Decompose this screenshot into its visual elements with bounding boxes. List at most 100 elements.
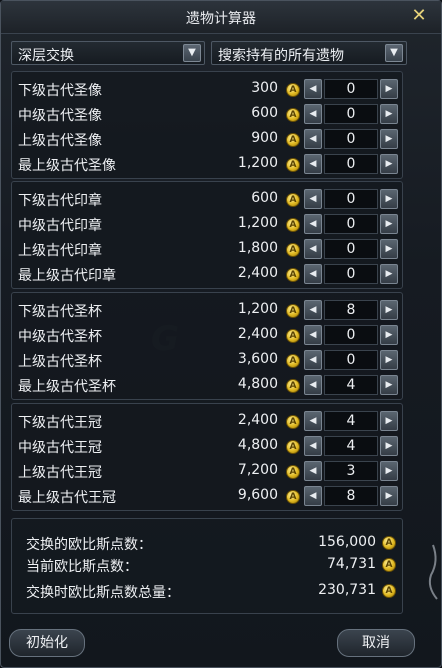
quantity-value[interactable]: 0 bbox=[324, 189, 378, 209]
decrement-arrow-icon[interactable]: ◀ bbox=[304, 104, 322, 124]
quantity-stepper[interactable]: ◀ 0 ▶ bbox=[304, 129, 398, 149]
quantity-stepper[interactable]: ◀ 3 ▶ bbox=[304, 461, 398, 481]
decrement-arrow-icon[interactable]: ◀ bbox=[304, 154, 322, 174]
relic-row: 上级古代印章 1,800 A ◀ 0 ▶ bbox=[12, 238, 404, 262]
exchange-type-dropdown[interactable]: 深层交换 ▼ bbox=[11, 41, 205, 65]
quantity-value[interactable]: 3 bbox=[324, 461, 378, 481]
chevron-down-icon[interactable]: ▼ bbox=[385, 44, 403, 62]
coin-icon: A bbox=[286, 218, 300, 232]
quantity-stepper[interactable]: ◀ 0 ▶ bbox=[304, 104, 398, 124]
increment-arrow-icon[interactable]: ▶ bbox=[380, 79, 398, 99]
exchange-points-label: 交换的欧比斯点数： bbox=[26, 537, 152, 553]
search-scope-value: 搜索持有的所有遗物 bbox=[218, 48, 344, 64]
increment-arrow-icon[interactable]: ▶ bbox=[380, 264, 398, 284]
chevron-down-icon[interactable]: ▼ bbox=[183, 44, 201, 62]
coin-icon: A bbox=[286, 83, 300, 97]
increment-arrow-icon[interactable]: ▶ bbox=[380, 300, 398, 320]
relic-name: 下级古代王冠 bbox=[18, 415, 102, 431]
increment-arrow-icon[interactable]: ▶ bbox=[380, 325, 398, 345]
increment-arrow-icon[interactable]: ▶ bbox=[380, 214, 398, 234]
relic-price: 7,200 bbox=[237, 462, 278, 478]
increment-arrow-icon[interactable]: ▶ bbox=[380, 350, 398, 370]
quantity-value[interactable]: 8 bbox=[324, 486, 378, 506]
decrement-arrow-icon[interactable]: ◀ bbox=[304, 239, 322, 259]
coin-icon: A bbox=[382, 536, 396, 550]
decrement-arrow-icon[interactable]: ◀ bbox=[304, 461, 322, 481]
increment-arrow-icon[interactable]: ▶ bbox=[380, 375, 398, 395]
relic-row: 最上级古代印章 2,400 A ◀ 0 ▶ bbox=[12, 263, 404, 287]
decrement-arrow-icon[interactable]: ◀ bbox=[304, 375, 322, 395]
increment-arrow-icon[interactable]: ▶ bbox=[380, 461, 398, 481]
reset-button[interactable]: 初始化 bbox=[9, 629, 85, 657]
window-title: 遗物计算器 bbox=[186, 11, 256, 27]
quantity-value[interactable]: 0 bbox=[324, 129, 378, 149]
search-scope-dropdown[interactable]: 搜索持有的所有遗物 ▼ bbox=[211, 41, 407, 65]
quantity-stepper[interactable]: ◀ 0 ▶ bbox=[304, 239, 398, 259]
increment-arrow-icon[interactable]: ▶ bbox=[380, 104, 398, 124]
current-points-value: 74,731 bbox=[327, 556, 376, 572]
relic-name: 上级古代印章 bbox=[18, 243, 102, 259]
relic-price: 2,400 bbox=[237, 412, 278, 428]
relic-row: 上级古代圣像 900 A ◀ 0 ▶ bbox=[12, 128, 404, 152]
decrement-arrow-icon[interactable]: ◀ bbox=[304, 436, 322, 456]
decrement-arrow-icon[interactable]: ◀ bbox=[304, 79, 322, 99]
cancel-button[interactable]: 取消 bbox=[337, 629, 415, 657]
increment-arrow-icon[interactable]: ▶ bbox=[380, 129, 398, 149]
close-icon[interactable]: ✕ bbox=[409, 6, 429, 26]
decrement-arrow-icon[interactable]: ◀ bbox=[304, 486, 322, 506]
quantity-value[interactable]: 4 bbox=[324, 436, 378, 456]
quantity-value[interactable]: 0 bbox=[324, 104, 378, 124]
coin-icon: A bbox=[286, 379, 300, 393]
relic-name: 中级古代王冠 bbox=[18, 440, 102, 456]
decrement-arrow-icon[interactable]: ◀ bbox=[304, 325, 322, 345]
relic-row: 下级古代圣像 300 A ◀ 0 ▶ bbox=[12, 78, 404, 102]
increment-arrow-icon[interactable]: ▶ bbox=[380, 239, 398, 259]
quantity-stepper[interactable]: ◀ 0 ▶ bbox=[304, 189, 398, 209]
quantity-value[interactable]: 4 bbox=[324, 375, 378, 395]
increment-arrow-icon[interactable]: ▶ bbox=[380, 436, 398, 456]
relic-group-2: 下级古代印章 600 A ◀ 0 ▶ 中级古代印章 1,200 A ◀ 0 ▶ 上级古代印章 1,800 A… bbox=[11, 181, 403, 289]
quantity-stepper[interactable]: ◀ 0 ▶ bbox=[304, 350, 398, 370]
increment-arrow-icon[interactable]: ▶ bbox=[380, 486, 398, 506]
relic-name: 中级古代印章 bbox=[18, 218, 102, 234]
decrement-arrow-icon[interactable]: ◀ bbox=[304, 129, 322, 149]
decrement-arrow-icon[interactable]: ◀ bbox=[304, 300, 322, 320]
quantity-stepper[interactable]: ◀ 0 ▶ bbox=[304, 154, 398, 174]
relic-name: 最上级古代王冠 bbox=[18, 490, 116, 506]
quantity-stepper[interactable]: ◀ 4 ▶ bbox=[304, 411, 398, 431]
relic-name: 最上级古代圣杯 bbox=[18, 379, 116, 395]
quantity-value[interactable]: 0 bbox=[324, 79, 378, 99]
relic-row: 最上级古代王冠 9,600 A ◀ 8 ▶ bbox=[12, 485, 404, 509]
quantity-value[interactable]: 0 bbox=[324, 350, 378, 370]
decrement-arrow-icon[interactable]: ◀ bbox=[304, 264, 322, 284]
quantity-value[interactable]: 0 bbox=[324, 239, 378, 259]
quantity-stepper[interactable]: ◀ 0 ▶ bbox=[304, 264, 398, 284]
quantity-stepper[interactable]: ◀ 4 ▶ bbox=[304, 436, 398, 456]
quantity-stepper[interactable]: ◀ 8 ▶ bbox=[304, 300, 398, 320]
quantity-stepper[interactable]: ◀ 0 ▶ bbox=[304, 214, 398, 234]
coin-icon: A bbox=[286, 415, 300, 429]
quantity-value[interactable]: 0 bbox=[324, 325, 378, 345]
quantity-stepper[interactable]: ◀ 0 ▶ bbox=[304, 79, 398, 99]
decrement-arrow-icon[interactable]: ◀ bbox=[304, 189, 322, 209]
quantity-value[interactable]: 0 bbox=[324, 264, 378, 284]
quantity-value[interactable]: 8 bbox=[324, 300, 378, 320]
total-points-line: 交换时欧比斯点数总量： 230,731 A bbox=[12, 581, 404, 601]
increment-arrow-icon[interactable]: ▶ bbox=[380, 154, 398, 174]
relic-row: 上级古代圣杯 3,600 A ◀ 0 ▶ bbox=[12, 349, 404, 373]
quantity-stepper[interactable]: ◀ 0 ▶ bbox=[304, 325, 398, 345]
title-bar[interactable]: 遗物计算器 ✕ bbox=[1, 1, 441, 34]
quantity-stepper[interactable]: ◀ 8 ▶ bbox=[304, 486, 398, 506]
increment-arrow-icon[interactable]: ▶ bbox=[380, 411, 398, 431]
increment-arrow-icon[interactable]: ▶ bbox=[380, 189, 398, 209]
decrement-arrow-icon[interactable]: ◀ bbox=[304, 214, 322, 234]
relic-row: 下级古代印章 600 A ◀ 0 ▶ bbox=[12, 188, 404, 212]
decrement-arrow-icon[interactable]: ◀ bbox=[304, 411, 322, 431]
quantity-stepper[interactable]: ◀ 4 ▶ bbox=[304, 375, 398, 395]
quantity-value[interactable]: 0 bbox=[324, 154, 378, 174]
relic-name: 上级古代圣像 bbox=[18, 133, 102, 149]
decrement-arrow-icon[interactable]: ◀ bbox=[304, 350, 322, 370]
coin-icon: A bbox=[286, 490, 300, 504]
quantity-value[interactable]: 4 bbox=[324, 411, 378, 431]
quantity-value[interactable]: 0 bbox=[324, 214, 378, 234]
